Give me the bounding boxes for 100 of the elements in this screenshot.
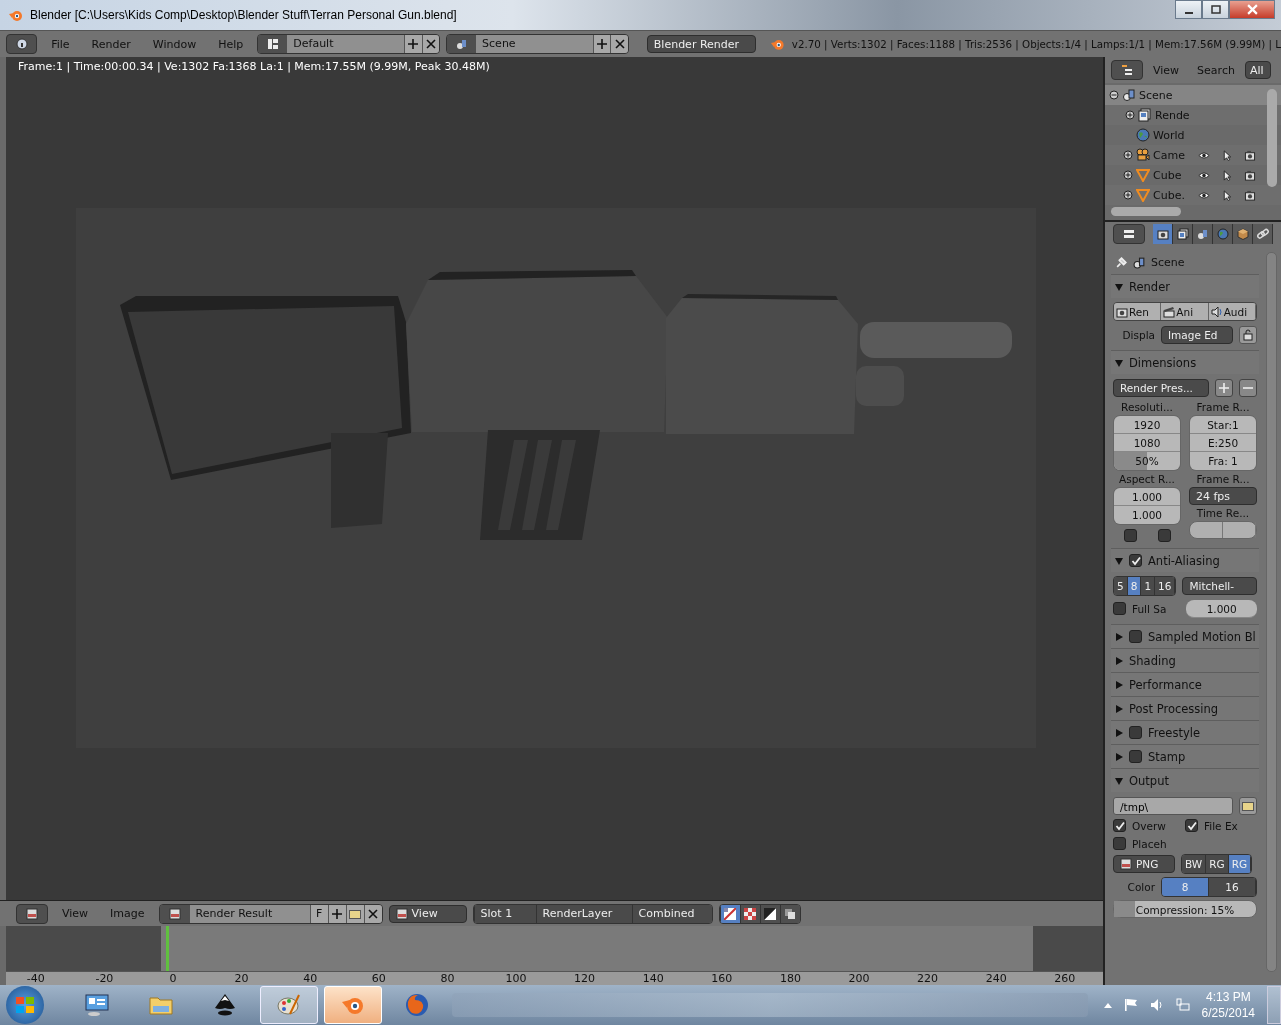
output-path-field[interactable]: /tmp\: [1113, 796, 1233, 815]
pin-icon[interactable]: [1115, 255, 1128, 269]
outliner-row[interactable]: Rende: [1105, 105, 1281, 125]
checkbox[interactable]: [1185, 819, 1198, 832]
menu-item[interactable]: Image: [102, 907, 153, 920]
number-field[interactable]: 1080: [1114, 434, 1180, 452]
maximize-button[interactable]: [1202, 0, 1229, 19]
render-engine-dropdown[interactable]: Blender Render: [646, 35, 757, 53]
draw-mode-button[interactable]: [719, 904, 740, 923]
number-field[interactable]: 1.000: [1114, 488, 1180, 506]
number-field[interactable]: 1920: [1114, 416, 1180, 434]
camera-icon[interactable]: [1244, 189, 1256, 201]
panel-header[interactable]: Stamp: [1111, 745, 1259, 768]
checkbox[interactable]: [1113, 602, 1126, 615]
minimize-button[interactable]: [1175, 0, 1202, 19]
render-button[interactable]: Ani: [1161, 303, 1209, 320]
render-pass-dropdown[interactable]: Combined: [631, 904, 712, 923]
editor-type-button[interactable]: [16, 903, 48, 924]
editor-type-button[interactable]: [1113, 224, 1145, 244]
menu-item[interactable]: View: [54, 907, 97, 920]
disclosure-triangle-icon[interactable]: [1115, 358, 1123, 367]
frame-rate-dropdown[interactable]: 24 fps: [1189, 487, 1257, 505]
render-layer-dropdown[interactable]: RenderLayer: [535, 904, 632, 923]
color-depth-toggle[interactable]: 16: [1209, 877, 1256, 896]
editor-type-button[interactable]: [1111, 60, 1143, 80]
cursor-icon[interactable]: [1221, 169, 1233, 181]
number-field[interactable]: Fra: 1: [1190, 452, 1256, 470]
display-mode-dropdown[interactable]: All: [1244, 61, 1271, 79]
close-button[interactable]: [1229, 0, 1275, 19]
checkbox[interactable]: [1157, 529, 1171, 542]
collapse-icon[interactable]: [1109, 90, 1119, 100]
clock[interactable]: 4:13 PM 6/25/2014: [1201, 989, 1255, 1021]
panel-header[interactable]: Render: [1111, 275, 1259, 298]
eye-icon[interactable]: [1198, 149, 1210, 161]
menu-item[interactable]: Window: [144, 37, 205, 51]
samples-toggle[interactable]: 1: [1141, 576, 1156, 595]
display-dropdown[interactable]: Image Ed: [1161, 325, 1233, 344]
panel-header[interactable]: Anti-Aliasing: [1111, 549, 1259, 572]
flag-icon[interactable]: [1123, 998, 1138, 1012]
draw-mode-button[interactable]: [759, 904, 780, 923]
scrollbar[interactable]: [1266, 252, 1277, 972]
render-button[interactable]: Audi: [1208, 303, 1256, 320]
camera-icon[interactable]: [1244, 149, 1256, 161]
browse-folder-button[interactable]: [1239, 796, 1257, 815]
expand-icon[interactable]: [1123, 150, 1133, 160]
scrollbar[interactable]: [1111, 207, 1181, 216]
number-field[interactable]: E:250: [1190, 434, 1256, 452]
compression-slider[interactable]: Compression: 15%: [1113, 900, 1257, 918]
checkbox[interactable]: [1129, 554, 1142, 567]
checkbox[interactable]: [1123, 529, 1137, 542]
percentage-slider[interactable]: 50%: [1114, 452, 1180, 470]
disclosure-triangle-icon[interactable]: [1115, 752, 1123, 761]
outliner-row[interactable]: Scene: [1105, 85, 1281, 105]
color-mode-toggle[interactable]: RG: [1206, 854, 1229, 873]
checkbox[interactable]: [1129, 630, 1142, 643]
number-field[interactable]: Star:1: [1190, 416, 1256, 434]
menu-item[interactable]: Render: [83, 37, 139, 51]
eye-icon[interactable]: [1198, 169, 1210, 181]
show-hidden-icons-icon[interactable]: [1103, 1002, 1112, 1008]
panel-header[interactable]: Dimensions: [1111, 351, 1259, 374]
context-tab[interactable]: [1173, 224, 1193, 244]
disclosure-triangle-icon[interactable]: [1115, 282, 1123, 291]
disclosure-triangle-icon[interactable]: [1115, 680, 1123, 689]
number-field[interactable]: 1.000: [1114, 506, 1180, 524]
draw-mode-button[interactable]: [779, 904, 800, 923]
outliner-row[interactable]: Cube.: [1105, 185, 1281, 205]
eye-icon[interactable]: [1198, 189, 1210, 201]
panel-header[interactable]: Performance: [1111, 673, 1259, 696]
add-preset-button[interactable]: [1215, 378, 1233, 397]
speaker-icon[interactable]: [1149, 998, 1164, 1012]
menu-item[interactable]: View: [1145, 63, 1188, 77]
color-mode-toggle[interactable]: BW: [1182, 854, 1207, 873]
panel-header[interactable]: Shading: [1111, 649, 1259, 672]
filter-dropdown[interactable]: Mitchell-: [1182, 576, 1257, 595]
disclosure-triangle-icon[interactable]: [1115, 728, 1123, 737]
panel-header[interactable]: Post Processing: [1111, 697, 1259, 720]
disclosure-triangle-icon[interactable]: [1115, 632, 1123, 641]
draw-mode-button[interactable]: [739, 904, 760, 923]
menu-item[interactable]: Help: [210, 37, 252, 51]
panel-header[interactable]: Output: [1111, 769, 1259, 792]
checkbox[interactable]: [1129, 750, 1142, 763]
file-format-dropdown[interactable]: PNG: [1113, 854, 1175, 873]
slot-dropdown[interactable]: Slot 1: [473, 904, 536, 923]
panel-header[interactable]: Freestyle: [1111, 721, 1259, 744]
remove-preset-button[interactable]: [1239, 378, 1257, 397]
checkbox[interactable]: [1113, 819, 1126, 832]
disclosure-triangle-icon[interactable]: [1115, 656, 1123, 665]
context-tab[interactable]: [1153, 224, 1173, 244]
context-tab[interactable]: [1193, 224, 1213, 244]
lock-button[interactable]: [1239, 325, 1257, 344]
outliner-row[interactable]: World: [1105, 125, 1281, 145]
checkbox[interactable]: [1113, 837, 1126, 850]
panel-header[interactable]: Sampled Motion Bl: [1111, 625, 1259, 648]
scrollbar[interactable]: [1267, 89, 1277, 187]
cursor-icon[interactable]: [1221, 189, 1233, 201]
menu-item[interactable]: Search: [1189, 63, 1243, 77]
context-tab[interactable]: [1253, 224, 1273, 244]
expand-icon[interactable]: [1123, 190, 1133, 200]
menu-item[interactable]: File: [43, 37, 78, 51]
cursor-icon[interactable]: [1221, 149, 1233, 161]
